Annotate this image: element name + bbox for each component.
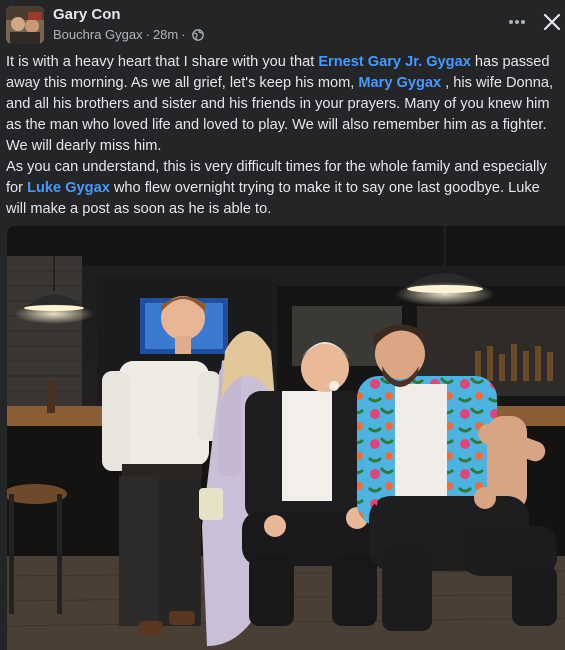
post-header: Gary Con Bouchra Gygax · 28m ·: [0, 0, 565, 48]
meta-separator-2: ·: [181, 27, 186, 42]
mention-luke-gygax[interactable]: Luke Gygax: [27, 180, 110, 196]
post-paragraph-1: It is with a heavy heart that I share wi…: [6, 52, 559, 157]
more-options-button[interactable]: [503, 10, 531, 34]
post-paragraph-2: As you can understand, this is very diff…: [6, 157, 559, 220]
author-name-link[interactable]: Bouchra Gygax: [53, 27, 143, 42]
group-avatar-image: [6, 6, 44, 44]
group-avatar[interactable]: [6, 6, 44, 44]
mention-ernest-gary-jr-gygax[interactable]: Ernest Gary Jr. Gygax: [318, 54, 471, 70]
group-name-link[interactable]: Gary Con: [53, 6, 121, 23]
mention-mary-gygax[interactable]: Mary Gygax: [358, 75, 441, 91]
four-people-at-bar-photo: [7, 226, 565, 650]
post-meta: Bouchra Gygax · 28m ·: [53, 27, 204, 42]
post-timestamp[interactable]: 28m: [153, 27, 178, 42]
close-button[interactable]: [540, 10, 564, 34]
meta-separator: ·: [145, 27, 150, 42]
globe-icon[interactable]: [191, 28, 204, 41]
more-dots-icon: [509, 20, 525, 24]
post-photo[interactable]: [7, 226, 565, 650]
post-text: It is with a heavy heart that I share wi…: [6, 52, 559, 220]
close-icon: [543, 13, 561, 31]
facebook-post: Gary Con Bouchra Gygax · 28m · It is wit…: [0, 0, 565, 650]
post-text-segment: It is with a heavy heart that I share wi…: [6, 54, 319, 70]
